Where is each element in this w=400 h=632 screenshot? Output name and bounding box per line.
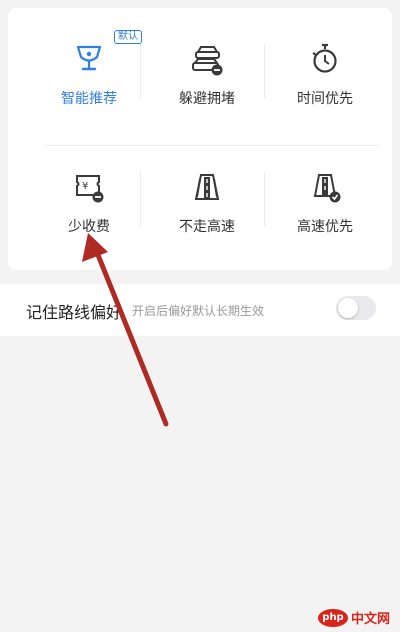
watermark: php 中文网: [318, 608, 390, 627]
annotation-arrow: [82, 233, 169, 427]
watermark-text: 中文网: [351, 612, 391, 627]
php-logo-icon: php: [318, 608, 348, 627]
